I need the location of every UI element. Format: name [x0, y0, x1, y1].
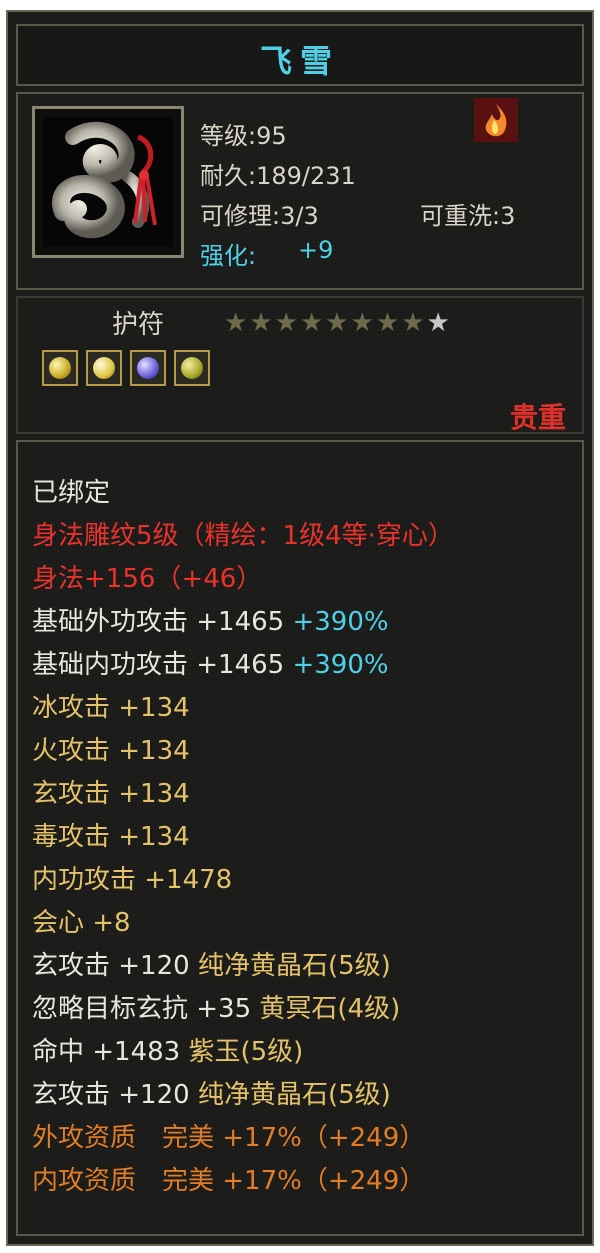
white-jade-pendant-icon — [43, 117, 173, 247]
star-rating: ★ ★ ★ ★ ★ ★ ★ ★ ★ — [224, 310, 450, 336]
gem-bonus-line: 忽略目标玄抗 +35 黄冥石(4级) — [32, 988, 400, 1025]
base-internal-attack-pct: +390% — [292, 650, 389, 680]
flame-badge-icon — [474, 98, 518, 142]
star-icon: ★ — [350, 308, 374, 338]
charm-section: 护符 ★ ★ ★ ★ ★ ★ ★ ★ ★ 贵重 — [16, 296, 584, 434]
xuan-attack: 玄攻击 +134 — [32, 779, 190, 809]
gem-bonus-line: 玄攻击 +120 纯净黄晶石(5级) — [32, 1074, 391, 1111]
yellow-gem-icon[interactable] — [42, 350, 78, 386]
internal-quality: 内攻资质 完美 +17%（+249） — [32, 1166, 426, 1196]
rarity-label: 贵重 — [509, 401, 566, 434]
base-internal-attack: 基础内功攻击 +1465 +390% — [32, 644, 389, 681]
star-icon: ★ — [299, 308, 324, 338]
item-name: 飞雪 — [259, 42, 340, 80]
base-external-attack-label: 基础外功攻击 +1465 — [32, 607, 285, 637]
gem-bonus-name: 紫玉(5级) — [188, 1037, 304, 1067]
star-icon: ★ — [249, 308, 273, 338]
item-tooltip-panel: 飞雪 等级:95 耐久:189/231 可修理:3/3 可重洗:3 强化: +9… — [6, 10, 594, 1246]
base-internal-attack-label: 基础内功攻击 +1465 — [32, 650, 285, 680]
title-bar: 飞雪 — [16, 24, 584, 86]
star-icon: ★ — [375, 308, 400, 338]
crit-stat: 会心 +8 — [32, 908, 131, 938]
star-icon: ★ — [274, 308, 298, 338]
poison-attack: 毒攻击 +134 — [32, 822, 190, 852]
internal-attack: 内功攻击 +1478 — [32, 865, 233, 895]
durability-stat: 耐久:189/231 — [200, 162, 356, 190]
yellow-gem-icon[interactable] — [174, 350, 210, 386]
gem-bonus-name: 纯净黄晶石(5级) — [197, 951, 391, 981]
ice-attack: 冰攻击 +134 — [32, 693, 190, 723]
item-header-section: 等级:95 耐久:189/231 可修理:3/3 可重洗:3 强化: +9 — [16, 92, 584, 290]
enhance-value: +9 — [298, 236, 334, 264]
gem-bonus-name: 黄冥石(4级) — [259, 994, 401, 1024]
gem-slots — [42, 350, 210, 386]
gem-bonus-stat: 忽略目标玄抗 +35 — [32, 994, 252, 1024]
star-icon: ★ — [325, 308, 349, 338]
gem-bonus-line: 玄攻击 +120 纯净黄晶石(5级) — [32, 945, 391, 982]
star-icon: ★ — [426, 308, 450, 338]
engrave-line: 身法雕纹5级（精绘：1级4等·穿心） — [32, 521, 454, 551]
gem-bonus-name: 纯净黄晶石(5级) — [197, 1080, 391, 1110]
level-stat: 等级:95 — [200, 122, 287, 150]
gem-bonus-stat: 玄攻击 +120 — [32, 1080, 190, 1110]
bound-status: 已绑定 — [32, 478, 111, 508]
star-icon: ★ — [224, 308, 248, 338]
gem-bonus-line: 命中 +1483 紫玉(5级) — [32, 1031, 303, 1068]
base-external-attack: 基础外功攻击 +1465 +390% — [32, 601, 389, 638]
repair-stat: 可修理:3/3 — [200, 202, 319, 230]
gem-bonus-stat: 命中 +1483 — [32, 1037, 181, 1067]
agility-line: 身法+156（+46） — [32, 564, 263, 594]
gem-bonus-stat: 玄攻击 +120 — [32, 951, 190, 981]
external-quality: 外攻资质 完美 +17%（+249） — [32, 1123, 426, 1153]
yellow-gem-icon[interactable] — [86, 350, 122, 386]
star-icon: ★ — [401, 308, 425, 338]
base-external-attack-pct: +390% — [292, 607, 389, 637]
item-icon-frame[interactable] — [32, 106, 184, 258]
rewash-stat: 可重洗:3 — [420, 202, 516, 230]
enhance-label: 强化: — [200, 242, 257, 270]
purple-gem-icon[interactable] — [130, 350, 166, 386]
fire-attack: 火攻击 +134 — [32, 736, 190, 766]
charm-label: 护符 — [112, 310, 165, 340]
properties-section: 已绑定 身法雕纹5级（精绘：1级4等·穿心） 身法+156（+46） 基础外功攻… — [16, 440, 584, 1236]
